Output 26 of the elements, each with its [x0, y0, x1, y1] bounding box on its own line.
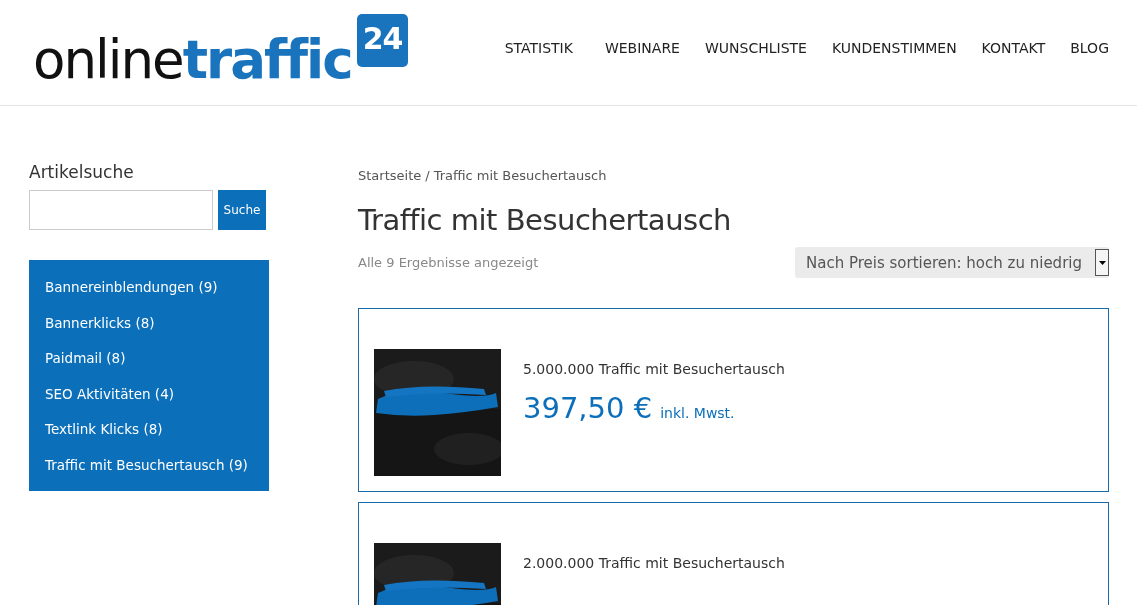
search-heading: Artikelsuche [29, 162, 135, 182]
nav-link[interactable]: BLOG [1070, 39, 1109, 56]
sort-dropdown[interactable]: Nach Preis sortieren: hoch zu niedrig [795, 247, 1109, 278]
nav-link[interactable]: WEBINARE [604, 39, 680, 56]
search-button[interactable]: Suche [218, 190, 266, 230]
category-link[interactable]: Traffic mit Besuchertausch (9) [45, 447, 248, 483]
category-link[interactable]: Paidmail (8) [45, 341, 126, 377]
tax-note: inkl. Mwst. [660, 405, 735, 421]
result-count: Alle 9 Ergebnisse angezeigt [358, 255, 539, 270]
category-link[interactable]: SEO Aktivitäten (4) [45, 376, 174, 412]
page-title: Traffic mit Besuchertausch [358, 203, 732, 237]
nav-link[interactable]: STATISTIK [504, 39, 573, 56]
category-link[interactable]: Bannerklicks (8) [45, 305, 155, 341]
search-field[interactable] [29, 190, 213, 230]
category-link[interactable]: Bannereinblendungen (9) [45, 270, 218, 306]
product-price: 397,50 € [523, 391, 653, 425]
product-link[interactable]: 2.000.000 Traffic mit Besuchertausch [523, 555, 785, 571]
nav-link[interactable]: WUNSCHLISTE [704, 39, 807, 56]
category-link[interactable]: Textlink Klicks (8) [45, 412, 163, 448]
breadcrumb-separator: / [425, 168, 430, 183]
nav-link[interactable]: KONTAKT [981, 39, 1046, 56]
breadcrumb-link[interactable]: Startseite [358, 168, 422, 183]
nav-link[interactable]: KUNDENSTIMMEN [831, 39, 957, 56]
product-link[interactable]: 5.000.000 Traffic mit Besuchertausch [523, 361, 785, 377]
logo[interactable]: onlinetraffic 24 [33, 13, 409, 90]
breadcrumb-current: Traffic mit Besuchertausch [433, 168, 607, 183]
